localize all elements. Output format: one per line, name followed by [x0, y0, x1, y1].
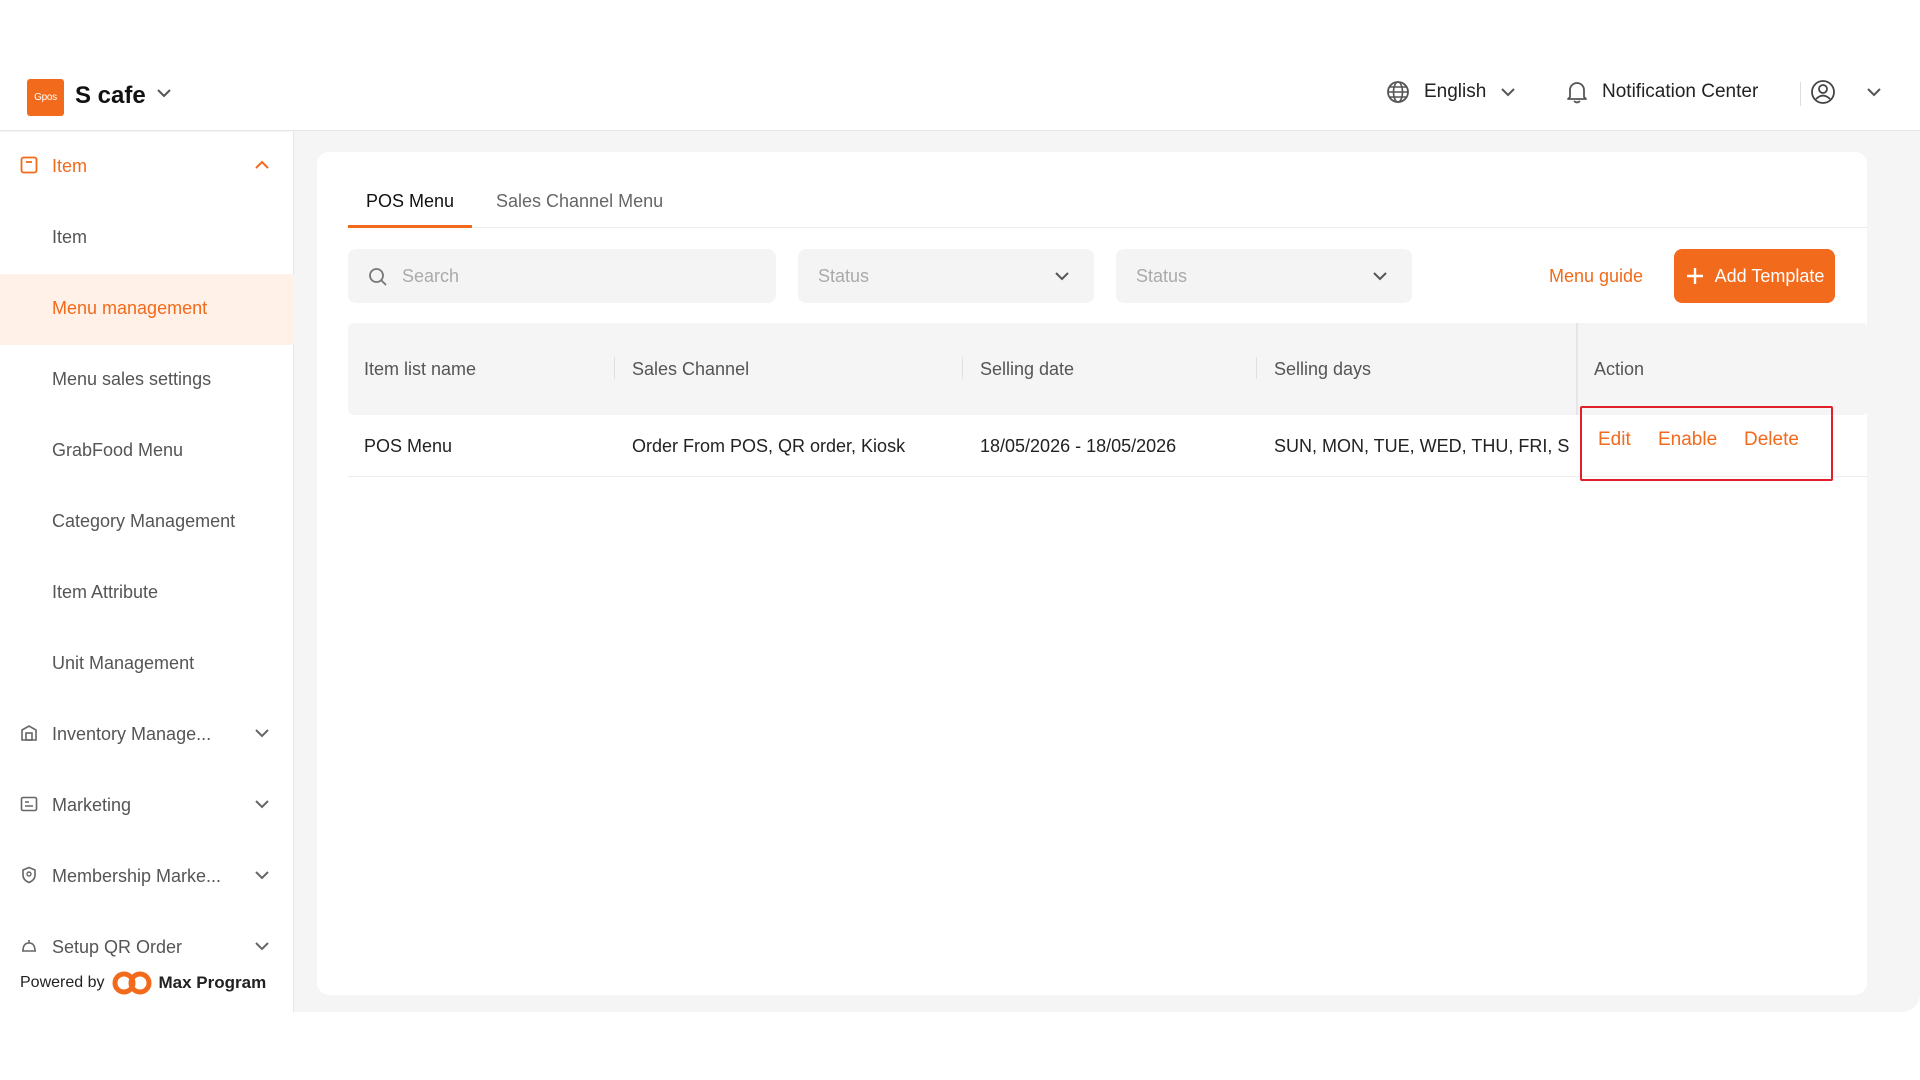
sidebar-group-label: Item — [52, 156, 88, 176]
marketing-icon — [20, 796, 38, 812]
brand-name: Max Program — [158, 973, 267, 992]
sidebar-group-item[interactable]: Item — [0, 132, 294, 203]
user-avatar-icon — [1811, 80, 1835, 104]
status-select-2[interactable]: Status — [1116, 249, 1412, 303]
action-column-separator — [1576, 323, 1578, 415]
sidebar-group-inventory[interactable]: Inventory Manage... — [0, 700, 294, 771]
sidebar-item-unit-management[interactable]: Unit Management — [0, 629, 294, 700]
chevron-down-icon — [1867, 88, 1881, 97]
plus-icon — [1686, 268, 1703, 284]
max-program-logo-icon — [112, 971, 151, 995]
chevron-down-icon — [255, 800, 269, 809]
sidebar-group-membership[interactable]: Membership Marke... — [0, 842, 294, 913]
sidebar-item-label: Item Attribute — [52, 582, 159, 602]
delete-button[interactable]: Delete — [1744, 429, 1799, 451]
user-menu[interactable] — [1810, 77, 1882, 107]
sidebar: Item Item Menu management Menu sales set… — [0, 132, 294, 1012]
cell-selling-days: SUN, MON, TUE, WED, THU, FRI, S — [1274, 436, 1570, 456]
sidebar-item-grabfood-menu[interactable]: GrabFood Menu — [0, 416, 294, 487]
edit-button[interactable]: Edit — [1598, 429, 1631, 451]
powered-by-label: Powered by — [20, 974, 105, 991]
column-header: Item list name — [364, 359, 477, 379]
chevron-down-icon — [255, 871, 269, 880]
action-highlight-box: Edit Enable Delete — [1580, 406, 1833, 481]
main-panel: POS Menu Sales Channel Menu Status Statu… — [317, 152, 1868, 995]
chevron-down-icon — [1055, 272, 1069, 281]
sidebar-item-label: Item — [52, 227, 88, 247]
chevron-down-icon[interactable] — [156, 88, 172, 98]
sidebar-item-label: Unit Management — [52, 653, 195, 673]
cell-selling-date: 18/05/2026 - 18/05/2026 — [980, 436, 1177, 456]
sidebar-group-label: Setup QR Order — [52, 937, 183, 957]
inventory-icon — [21, 725, 37, 741]
chevron-down-icon — [255, 942, 269, 951]
menu-tabs: POS Menu Sales Channel Menu — [348, 186, 1868, 228]
tab-sales-channel-menu[interactable]: Sales Channel Menu — [478, 186, 681, 228]
table-row: POS Menu Order From POS, QR order, Kiosk… — [348, 406, 1868, 481]
sidebar-item-label: Menu management — [52, 298, 208, 318]
membership-icon — [22, 866, 36, 884]
header-divider — [1800, 82, 1801, 106]
column-separator — [962, 357, 963, 379]
sidebar-item-item[interactable]: Item — [0, 203, 294, 274]
notification-label: Notification Center — [1602, 81, 1759, 102]
language-label: English — [1424, 81, 1487, 102]
sidebar-group-label: Marketing — [52, 795, 132, 815]
table-header: Item list name Sales Channel Selling dat… — [348, 323, 1868, 415]
sidebar-item-label: GrabFood Menu — [52, 440, 184, 460]
search-box — [348, 249, 776, 303]
menu-guide-link[interactable]: Menu guide — [1549, 266, 1643, 287]
store-name[interactable]: S cafe — [75, 82, 146, 110]
sidebar-item-label: Category Management — [52, 511, 236, 531]
chevron-down-icon — [1373, 272, 1387, 281]
app-window: Gpos S cafe English Notification Center … — [0, 52, 1920, 1012]
column-separator — [1256, 357, 1257, 379]
search-input[interactable] — [402, 249, 762, 303]
sidebar-group-marketing[interactable]: Marketing — [0, 771, 294, 842]
top-header: Gpos S cafe English Notification Center — [0, 52, 1920, 131]
column-header: Selling date — [980, 359, 1075, 379]
cell-item-list-name: POS Menu — [364, 436, 453, 456]
sidebar-item-menu-management[interactable]: Menu management — [0, 274, 294, 345]
column-header: Sales Channel — [632, 359, 750, 379]
enable-button[interactable]: Enable — [1658, 429, 1717, 451]
chevron-up-icon — [255, 160, 269, 169]
notification-center[interactable]: Notification Center — [1566, 77, 1758, 107]
add-template-label: Add Template — [1714, 265, 1825, 286]
sidebar-item-category-management[interactable]: Category Management — [0, 487, 294, 558]
item-icon — [20, 156, 38, 174]
chevron-down-icon — [255, 729, 269, 738]
status-select-placeholder: Status — [1136, 266, 1188, 286]
search-icon — [369, 268, 387, 286]
template-table: Item list name Sales Channel Selling dat… — [348, 323, 1868, 481]
sidebar-item-item-attribute[interactable]: Item Attribute — [0, 558, 294, 629]
column-header: Selling days — [1274, 359, 1372, 379]
qr-order-icon — [22, 940, 36, 952]
powered-by: Powered by Max Program — [20, 970, 266, 996]
language-selector[interactable]: English — [1386, 77, 1516, 107]
sidebar-item-label: Menu sales settings — [52, 369, 212, 389]
chevron-down-icon — [1501, 88, 1516, 97]
bell-icon — [1567, 82, 1587, 104]
status-select-placeholder: Status — [818, 266, 870, 286]
sidebar-group-label: Membership Marke... — [52, 866, 222, 886]
sidebar-group-label: Inventory Manage... — [52, 724, 212, 744]
add-template-button[interactable]: Add Template — [1674, 249, 1835, 303]
column-separator — [614, 357, 615, 379]
sidebar-item-menu-sales-settings[interactable]: Menu sales settings — [0, 345, 294, 416]
app-logo: Gpos — [27, 79, 64, 116]
globe-icon — [1387, 81, 1409, 103]
tab-pos-menu[interactable]: POS Menu — [348, 186, 473, 228]
cell-sales-channel: Order From POS, QR order, Kiosk — [632, 436, 906, 456]
logo-text: Gpos — [34, 92, 57, 103]
column-header: Action — [1594, 359, 1645, 379]
status-select-1[interactable]: Status — [798, 249, 1094, 303]
